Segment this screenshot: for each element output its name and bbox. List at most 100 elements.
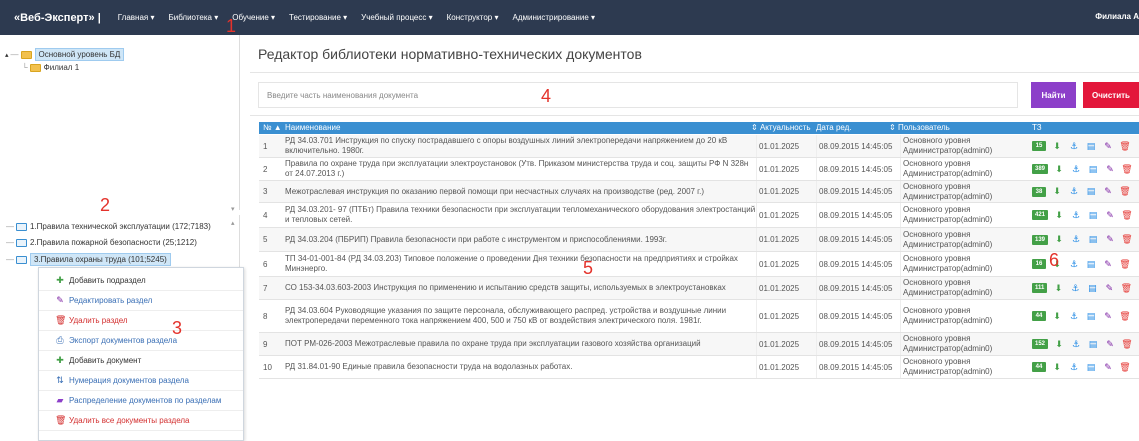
edit-icon[interactable]: ✎ xyxy=(1102,141,1114,152)
tree-section-1[interactable]: — 1.Правила технической эксплуатации (17… xyxy=(6,222,211,231)
book-icon[interactable]: ▤ xyxy=(1085,186,1097,197)
menu-item-admin[interactable]: Администрирование ▾ xyxy=(512,13,595,22)
tz-count-badge[interactable]: 16 xyxy=(1032,259,1046,269)
table-row[interactable]: 10 РД 31.84.01-90 Единые правила безопасн… xyxy=(259,356,1139,379)
book-icon[interactable]: ▤ xyxy=(1087,164,1099,175)
menu-item-constructor[interactable]: Конструктор ▾ xyxy=(447,13,499,22)
table-row[interactable]: 2 Правила по охране труда при эксплуатаци… xyxy=(259,158,1139,181)
book-icon[interactable]: ▤ xyxy=(1086,283,1098,294)
trash-icon[interactable]: 🗑 xyxy=(1119,259,1131,270)
col-num-header[interactable]: № ▲ xyxy=(263,123,282,132)
tree-section-label[interactable]: 3.Правила охраны труда (101;5245) xyxy=(30,253,171,266)
anchor-icon[interactable]: ⚓ xyxy=(1068,141,1080,152)
trash-icon[interactable]: 🗑 xyxy=(1121,210,1133,221)
col-tz-header[interactable]: ТЗ xyxy=(1032,123,1042,132)
tz-count-badge[interactable]: 15 xyxy=(1032,141,1046,151)
anchor-icon[interactable]: ⚓ xyxy=(1068,186,1080,197)
book-icon[interactable]: ▤ xyxy=(1085,311,1097,322)
brand-logo[interactable]: «Веб-Эксперт» | xyxy=(0,12,111,24)
search-input[interactable] xyxy=(258,82,1018,108)
menu-item-home[interactable]: Главная ▾ xyxy=(118,13,155,22)
book-icon[interactable]: ▤ xyxy=(1085,362,1097,373)
tree-section-2[interactable]: — 2.Правила пожарной безопасности (25;12… xyxy=(6,238,197,247)
col-actual-header[interactable]: ⇕ Актуальность xyxy=(751,123,811,132)
table-row[interactable]: 4 РД 34.03.201- 97 (ПТБт) Правила техники… xyxy=(259,203,1139,228)
edit-icon[interactable]: ✎ xyxy=(1102,259,1114,270)
menu-item-learning[interactable]: Обучение ▾ xyxy=(232,13,275,22)
menu-delete-all-docs[interactable]: 🗑 Удалить все документы раздела xyxy=(39,411,243,431)
col-date-header[interactable]: Дата ред. xyxy=(816,123,852,132)
download-icon[interactable]: ⬇ xyxy=(1053,234,1065,245)
col-name-header[interactable]: Наименование xyxy=(285,123,340,132)
trash-icon[interactable]: 🗑 xyxy=(1121,339,1133,350)
tree-node-label[interactable]: Основной уровень БД xyxy=(34,48,125,61)
menu-export-docs[interactable]: ⎙ Экспорт документов раздела xyxy=(39,331,243,351)
trash-icon[interactable]: 🗑 xyxy=(1119,186,1131,197)
edit-icon[interactable]: ✎ xyxy=(1104,234,1116,245)
table-row[interactable]: 5 РД 34.03.204 (ПБРИП) Правила безопаснос… xyxy=(259,228,1139,252)
tree-node-label[interactable]: Филиал 1 xyxy=(44,63,79,72)
book-icon[interactable]: ▤ xyxy=(1085,259,1097,270)
tz-count-badge[interactable]: 44 xyxy=(1032,362,1046,372)
collapse-icon[interactable]: ▴ xyxy=(5,51,9,59)
menu-distribute-docs[interactable]: ▰ Распределение документов по разделам xyxy=(39,391,243,411)
trash-icon[interactable]: 🗑 xyxy=(1119,141,1131,152)
find-button[interactable]: Найти xyxy=(1031,82,1076,108)
edit-icon[interactable]: ✎ xyxy=(1102,362,1114,373)
tz-count-badge[interactable]: 111 xyxy=(1032,283,1048,293)
tz-count-badge[interactable]: 38 xyxy=(1032,186,1046,197)
menu-delete-section[interactable]: 🗑 Удалить раздел xyxy=(39,311,243,331)
book-icon[interactable]: ▤ xyxy=(1085,141,1097,152)
tree-section-label[interactable]: 2.Правила пожарной безопасности (25;1212… xyxy=(30,238,197,247)
anchor-icon[interactable]: ⚓ xyxy=(1069,283,1081,294)
scroll-up-icon[interactable]: ▴ xyxy=(231,219,237,227)
menu-item-testing[interactable]: Тестирование ▾ xyxy=(289,13,347,22)
tz-count-badge[interactable]: 421 xyxy=(1032,210,1049,220)
table-row[interactable]: 6 ТП 34-01-001-84 (РД 34.03.203) Типовое … xyxy=(259,252,1139,277)
download-icon[interactable]: ⬇ xyxy=(1053,339,1065,350)
download-icon[interactable]: ⬇ xyxy=(1051,362,1063,373)
trash-icon[interactable]: 🗑 xyxy=(1121,234,1133,245)
tz-count-badge[interactable]: 139 xyxy=(1032,234,1049,245)
user-menu[interactable]: Филиала А xyxy=(1095,12,1139,21)
scroll-down-icon[interactable]: ▾ xyxy=(231,205,237,213)
trash-icon[interactable]: 🗑 xyxy=(1120,283,1132,294)
clear-button[interactable]: Очистить xyxy=(1083,82,1139,108)
anchor-icon[interactable]: ⚓ xyxy=(1070,234,1082,245)
download-icon[interactable]: ⬇ xyxy=(1052,283,1064,294)
anchor-icon[interactable]: ⚓ xyxy=(1068,259,1080,270)
menu-add-subsection[interactable]: ✚ Добавить подраздел xyxy=(39,271,243,291)
tree-section-3[interactable]: — 3.Правила охраны труда (101;5245) xyxy=(6,253,171,266)
anchor-icon[interactable]: ⚓ xyxy=(1068,311,1080,322)
tree-node-root[interactable]: ▴ — Основной уровень БД xyxy=(5,48,125,61)
anchor-icon[interactable]: ⚓ xyxy=(1068,362,1080,373)
edit-icon[interactable]: ✎ xyxy=(1104,339,1116,350)
menu-add-document[interactable]: ✚ Добавить документ xyxy=(39,351,243,371)
anchor-icon[interactable]: ⚓ xyxy=(1070,164,1082,175)
table-row[interactable]: 3 Межотраслевая инструкция по оказанию пе… xyxy=(259,181,1139,203)
book-icon[interactable]: ▤ xyxy=(1087,339,1099,350)
tz-count-badge[interactable]: 152 xyxy=(1032,339,1049,349)
col-user-header[interactable]: ⇕ Пользователь xyxy=(889,123,950,132)
menu-item-library[interactable]: Библиотека ▾ xyxy=(168,13,218,22)
table-row[interactable]: 9 ПОТ РМ-026-2003 Межотраслевые правила п… xyxy=(259,333,1139,356)
anchor-icon[interactable]: ⚓ xyxy=(1070,339,1082,350)
table-row[interactable]: 8 РД 34.03.604 Руководящие указания по за… xyxy=(259,300,1139,333)
edit-icon[interactable]: ✎ xyxy=(1104,164,1116,175)
edit-icon[interactable]: ✎ xyxy=(1102,311,1114,322)
book-icon[interactable]: ▤ xyxy=(1087,234,1099,245)
trash-icon[interactable]: 🗑 xyxy=(1119,311,1131,322)
table-row[interactable]: 7 СО 153-34.03.603-2003 Инструкция по при… xyxy=(259,277,1139,300)
download-icon[interactable]: ⬇ xyxy=(1053,164,1065,175)
edit-icon[interactable]: ✎ xyxy=(1104,210,1116,221)
download-icon[interactable]: ⬇ xyxy=(1051,311,1063,322)
trash-icon[interactable]: 🗑 xyxy=(1119,362,1131,373)
download-icon[interactable]: ⬇ xyxy=(1051,186,1063,197)
edit-icon[interactable]: ✎ xyxy=(1103,283,1115,294)
menu-numbering[interactable]: ⇅ Нумерация документов раздела xyxy=(39,371,243,391)
trash-icon[interactable]: 🗑 xyxy=(1121,164,1133,175)
edit-icon[interactable]: ✎ xyxy=(1102,186,1114,197)
tree-section-label[interactable]: 1.Правила технической эксплуатации (172;… xyxy=(30,222,211,231)
tz-count-badge[interactable]: 389 xyxy=(1032,164,1049,174)
menu-edit-section[interactable]: ✎ Редактировать раздел xyxy=(39,291,243,311)
